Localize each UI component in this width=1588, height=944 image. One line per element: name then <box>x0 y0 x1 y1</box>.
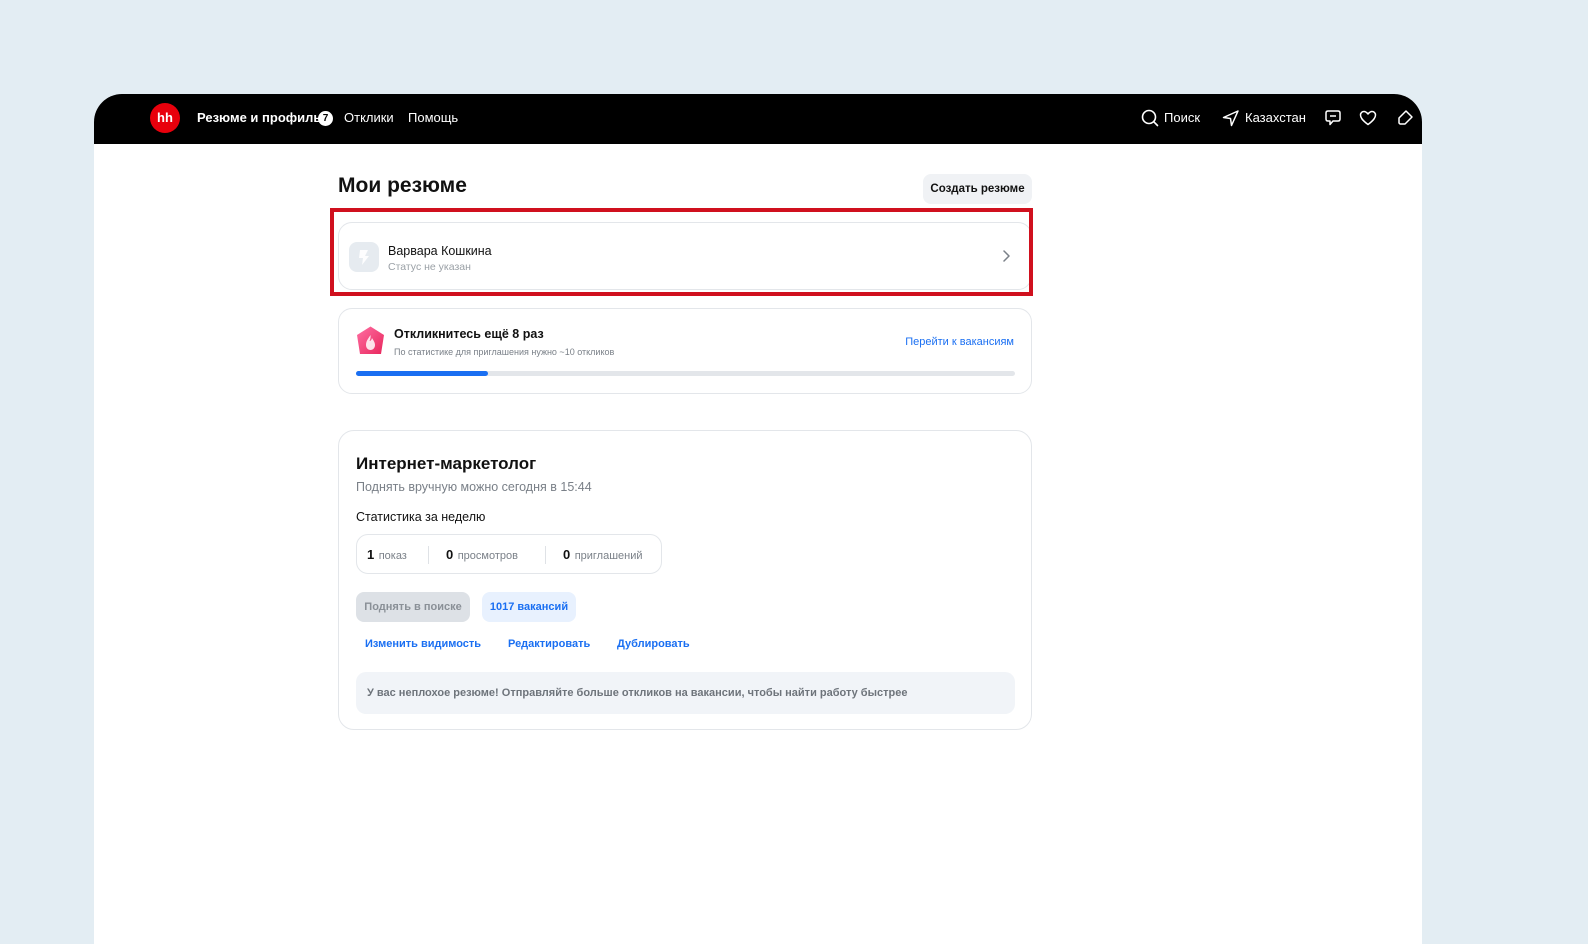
create-resume-button[interactable]: Создать резюме <box>923 174 1032 204</box>
progress-subtitle: По статистике для приглашения нужно ~10 … <box>394 347 615 357</box>
resume-raise-info: Поднять вручную можно сегодня в 15:44 <box>356 480 592 494</box>
notification-icon[interactable] <box>1395 108 1415 128</box>
fire-icon <box>357 326 384 354</box>
region-link[interactable]: Казахстан <box>1245 110 1306 125</box>
resume-title[interactable]: Интернет-маркетолог <box>356 454 536 474</box>
weekly-stats: 1 показ 0 просмотров 0 приглашений <box>356 534 662 574</box>
heart-icon[interactable] <box>1358 108 1378 128</box>
stat-value: 0 <box>563 547 571 562</box>
edit-link[interactable]: Редактировать <box>508 638 590 650</box>
raise-in-search-button[interactable]: Поднять в поиске <box>356 592 470 622</box>
stat-label: приглашений <box>574 550 643 562</box>
vacancies-button[interactable]: 1017 вакансий <box>482 592 576 622</box>
resume-tip: У вас неплохое резюме! Отправляйте больш… <box>356 672 1015 714</box>
stat-value: 0 <box>446 547 454 562</box>
duplicate-link[interactable]: Дублировать <box>617 638 690 650</box>
nav-responses[interactable]: Отклики <box>344 110 394 125</box>
chat-icon[interactable] <box>1323 108 1343 128</box>
stat-impressions: 1 показ <box>367 546 407 564</box>
location-arrow-icon[interactable] <box>1221 108 1241 128</box>
stat-value: 1 <box>367 547 375 562</box>
progress-fill <box>356 371 488 376</box>
resume-card: Интернет-маркетолог Поднять вручную можн… <box>338 430 1032 730</box>
page-title: Мои резюме <box>338 174 467 197</box>
responses-progress-card: Откликнитесь ещё 8 раз По статистике для… <box>338 308 1032 394</box>
search-icon[interactable] <box>1140 108 1160 128</box>
search-link[interactable]: Поиск <box>1164 110 1200 125</box>
top-navigation-bar: hh Резюме и профиль 7 Отклики Помощь Пои… <box>94 94 1422 144</box>
hh-logo[interactable]: hh <box>150 103 180 133</box>
progress-title: Откликнитесь ещё 8 раз <box>394 327 544 341</box>
nav-help[interactable]: Помощь <box>408 110 458 125</box>
nav-badge: 7 <box>318 111 333 126</box>
stat-label: просмотров <box>457 550 518 562</box>
go-to-vacancies-link[interactable]: Перейти к вакансиям <box>905 336 1014 348</box>
stat-views: 0 просмотров <box>446 546 518 564</box>
stat-divider <box>428 546 429 564</box>
stat-divider <box>545 546 546 564</box>
progress-track <box>356 371 1015 376</box>
change-visibility-link[interactable]: Изменить видимость <box>365 638 481 650</box>
nav-resume-profile[interactable]: Резюме и профиль <box>197 110 321 125</box>
stats-label: Статистика за неделю <box>356 510 486 524</box>
browser-window: hh Резюме и профиль 7 Отклики Помощь Пои… <box>94 94 1422 944</box>
stat-label: показ <box>378 550 407 562</box>
highlight-frame <box>330 208 1033 296</box>
stat-invitations: 0 приглашений <box>563 546 643 564</box>
